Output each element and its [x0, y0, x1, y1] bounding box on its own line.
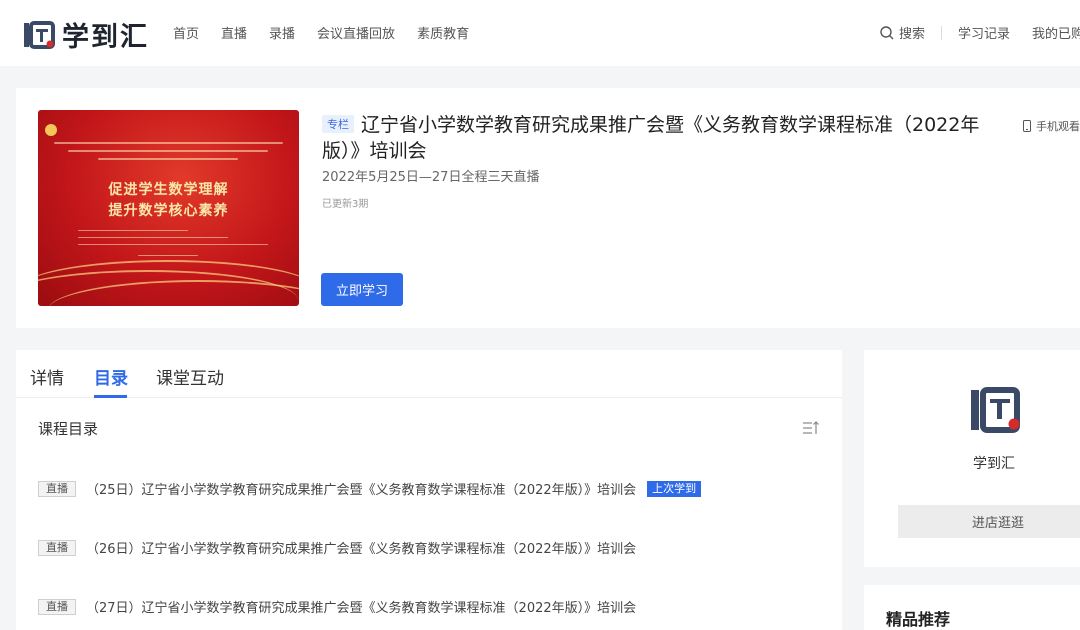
tab-details[interactable]: 详情: [30, 364, 64, 389]
brand-name: 学到汇: [62, 22, 149, 53]
search-button[interactable]: 搜索: [879, 23, 925, 42]
search-icon: [880, 25, 894, 39]
store-panel: 学到汇 进店逛逛: [864, 350, 1080, 567]
cover-text-line: [138, 255, 198, 256]
cover-text-line: [98, 158, 238, 160]
lesson-title: （25日）辽宁省小学数学教育研究成果推广会暨《义务教育数学课程标准（2022年版…: [86, 483, 637, 498]
lesson-item[interactable]: 直播 （26日）辽宁省小学数学教育研究成果推广会暨《义务教育数学课程标准（202…: [38, 538, 636, 557]
nav-home[interactable]: 首页: [173, 23, 199, 42]
cover-emblem-icon: [45, 124, 57, 136]
course-date: 2022年5月25日—27日全程三天直播: [322, 170, 540, 185]
study-record-link[interactable]: 学习记录: [958, 23, 1010, 42]
nav-recorded[interactable]: 录播: [269, 23, 295, 42]
nav-live[interactable]: 直播: [221, 23, 247, 42]
tab-catalog[interactable]: 目录: [94, 364, 128, 389]
nav-meeting-replay[interactable]: 会议直播回放: [317, 23, 395, 42]
cover-text-line: [78, 244, 268, 245]
cover-text-line: [78, 237, 228, 238]
recommend-panel: 精品推荐: [864, 585, 1080, 630]
tab-bar: 详情 目录 课堂互动: [16, 350, 842, 398]
main-nav: 首页 直播 录播 会议直播回放 素质教育: [173, 23, 491, 42]
store-logo-icon: [971, 387, 1020, 433]
mobile-watch-button[interactable]: 手机观看: [1022, 118, 1080, 134]
top-header: 学到汇 首页 直播 录播 会议直播回放 素质教育 搜索 学习记录 我的已购: [0, 0, 1080, 66]
study-now-button[interactable]: 立即学习: [321, 273, 403, 306]
course-title: 辽宁省小学数学教育研究成果推广会暨《义务教育数学课程标准（2022年版）》培训会: [322, 114, 980, 162]
cover-headline-2: 提升数学核心素养: [108, 203, 229, 219]
tab-classroom-interaction[interactable]: 课堂互动: [156, 364, 224, 389]
update-count: 已更新3期: [322, 199, 369, 210]
my-purchased-link[interactable]: 我的已购: [1032, 23, 1080, 42]
lesson-item[interactable]: 直播 （25日）辽宁省小学数学教育研究成果推广会暨《义务教育数学课程标准（202…: [38, 479, 702, 498]
catalog-panel: 详情 目录 课堂互动 课程目录 直播 （25日）辽宁省小学数学教育研究成果推广会…: [16, 350, 842, 630]
recommend-title: 精品推荐: [886, 610, 951, 629]
last-learned-badge: 上次学到: [647, 480, 702, 497]
phone-icon: [1023, 120, 1031, 132]
live-tag: 直播: [38, 480, 76, 497]
live-tag: 直播: [38, 598, 76, 615]
cover-text-line: [68, 150, 268, 152]
course-card: 促进学生数学理解 提升数学核心素养 专栏 辽宁省小学数学教育研究成果推广会暨《义…: [16, 88, 1080, 328]
mobile-watch-label: 手机观看: [1036, 120, 1080, 133]
catalog-title: 课程目录: [38, 420, 99, 438]
active-tab-indicator: [94, 395, 127, 398]
lesson-item[interactable]: 直播 （27日）辽宁省小学数学教育研究成果推广会暨《义务教育数学课程标准（202…: [38, 597, 636, 616]
cover-headline-1: 促进学生数学理解: [108, 182, 229, 198]
brand-logo-icon: [24, 20, 55, 49]
header-divider: [940, 25, 942, 40]
enter-store-button[interactable]: 进店逛逛: [898, 505, 1080, 538]
search-label: 搜索: [898, 27, 925, 42]
lesson-title: （27日）辽宁省小学数学教育研究成果推广会暨《义务教育数学课程标准（2022年版…: [86, 601, 637, 616]
sort-icon[interactable]: [802, 420, 820, 436]
brand-logo[interactable]: 学到汇: [22, 15, 149, 54]
cover-text-line: [78, 230, 188, 231]
lesson-title: （26日）辽宁省小学数学教育研究成果推广会暨《义务教育数学课程标准（2022年版…: [86, 542, 637, 557]
course-cover-image[interactable]: 促进学生数学理解 提升数学核心素养: [38, 110, 299, 306]
cover-text-line: [54, 142, 283, 144]
header-actions: 搜索 学习记录 我的已购: [879, 23, 1080, 42]
live-tag: 直播: [38, 539, 76, 556]
nav-quality-education[interactable]: 素质教育: [417, 23, 469, 42]
store-name: 学到汇: [973, 456, 1015, 472]
